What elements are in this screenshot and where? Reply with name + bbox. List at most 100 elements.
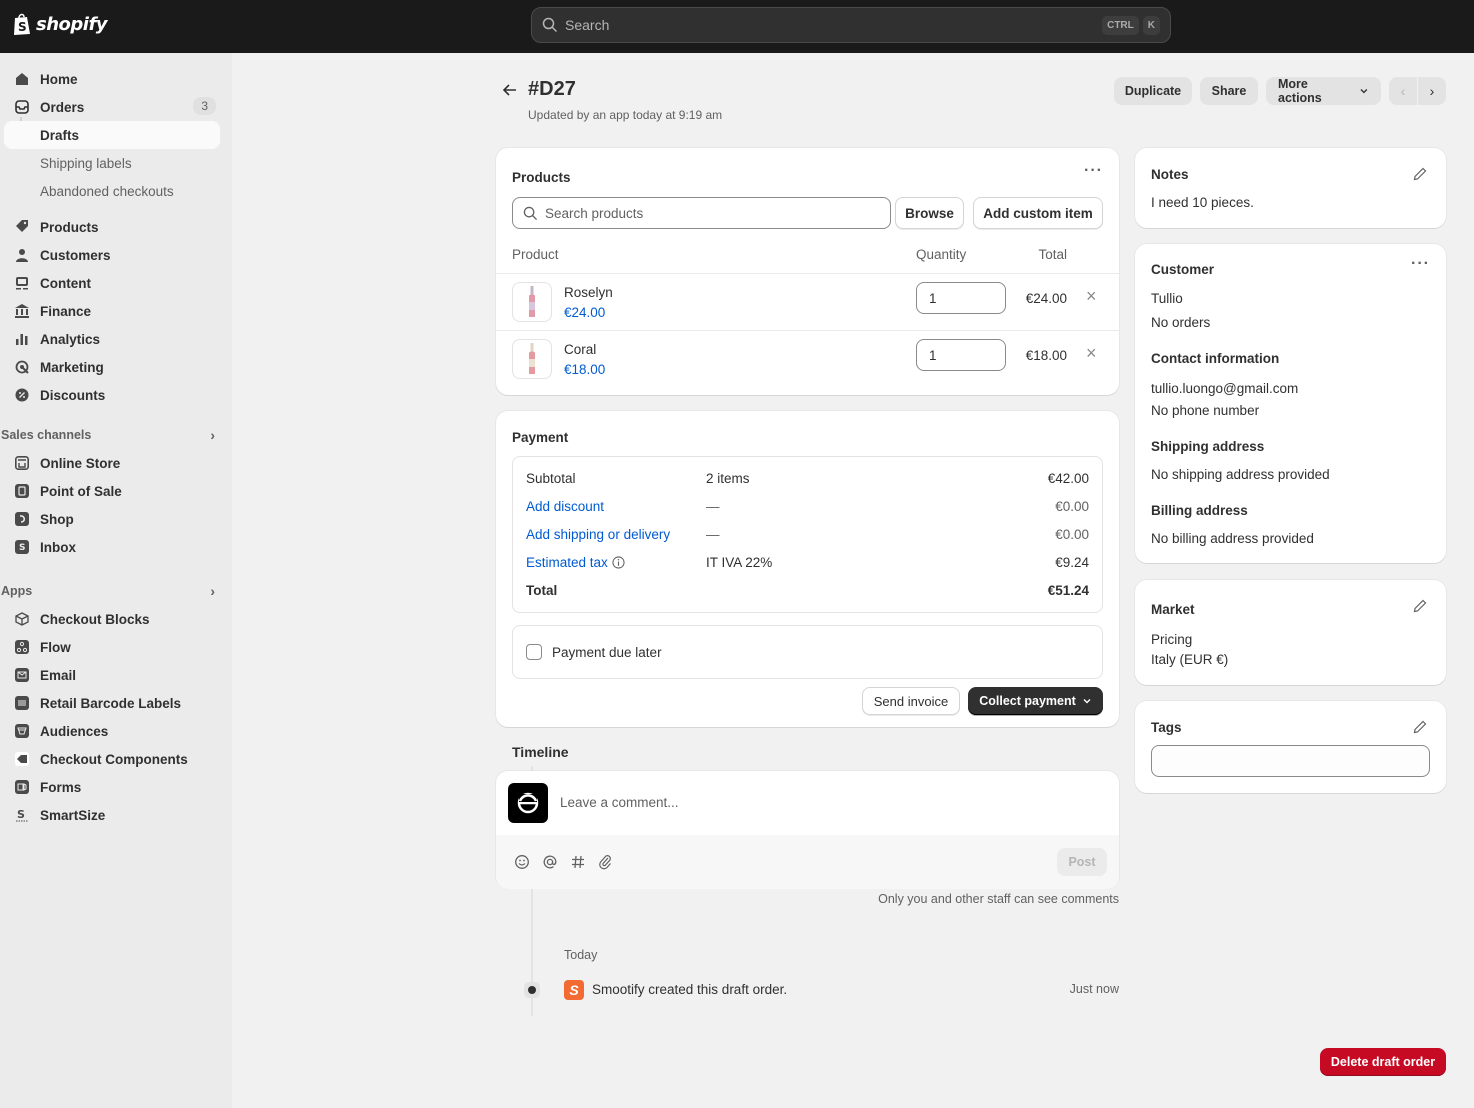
shopify-logo[interactable]: S shopify bbox=[12, 12, 108, 36]
add-custom-item-button[interactable]: Add custom item bbox=[973, 197, 1103, 229]
hashtag-icon[interactable] bbox=[570, 854, 586, 870]
sidebar-item-point-of-sale[interactable]: Point of Sale bbox=[4, 477, 220, 505]
remove-item-icon[interactable]: × bbox=[1086, 286, 1097, 307]
payment-due-later-checkbox[interactable] bbox=[526, 644, 542, 660]
estimated-tax-link[interactable]: Estimated tax bbox=[526, 555, 625, 570]
payment-due-later-label[interactable]: Payment due later bbox=[552, 645, 662, 660]
attachment-icon[interactable] bbox=[598, 854, 614, 870]
line-total: €18.00 bbox=[1025, 348, 1067, 363]
sidebar-item-email[interactable]: Email bbox=[4, 661, 220, 689]
sidebar-item-label: Shop bbox=[40, 511, 74, 527]
column-header-product: Product bbox=[512, 247, 559, 262]
cube-icon bbox=[14, 611, 30, 627]
send-invoice-button[interactable]: Send invoice bbox=[862, 687, 960, 715]
more-options-icon[interactable]: ··· bbox=[1084, 162, 1103, 180]
orders-count-badge: 3 bbox=[193, 97, 216, 115]
apps-header[interactable]: Apps › bbox=[1, 583, 219, 599]
sidebar-item-shipping-labels[interactable]: Shipping labels bbox=[4, 149, 220, 177]
bar-chart-icon bbox=[14, 331, 30, 347]
next-icon[interactable]: › bbox=[1418, 77, 1446, 105]
sidebar-item-discounts[interactable]: Discounts bbox=[4, 381, 220, 409]
edit-notes-icon[interactable] bbox=[1412, 166, 1428, 182]
info-icon[interactable] bbox=[611, 556, 625, 569]
sidebar-item-customers[interactable]: Customers bbox=[4, 241, 220, 269]
collect-payment-button[interactable]: Collect payment bbox=[968, 687, 1103, 715]
sidebar-item-audiences[interactable]: Audiences bbox=[4, 717, 220, 745]
sidebar-item-online-store[interactable]: Online Store bbox=[4, 449, 220, 477]
sidebar-item-abandoned-checkouts[interactable]: Abandoned checkouts bbox=[4, 177, 220, 205]
duplicate-button[interactable]: Duplicate bbox=[1114, 77, 1192, 105]
sidebar-item-analytics[interactable]: Analytics bbox=[4, 325, 220, 353]
billing-address-value: No billing address provided bbox=[1151, 531, 1314, 546]
sidebar-item-smartsize[interactable]: S SmartSize bbox=[4, 801, 220, 829]
timeline-event-marker bbox=[524, 982, 540, 998]
svg-text:S: S bbox=[17, 808, 25, 821]
shopify-bag-icon: S bbox=[14, 13, 30, 35]
add-shipping-link[interactable]: Add shipping or delivery bbox=[526, 527, 670, 542]
sidebar-item-label: Forms bbox=[40, 779, 82, 795]
sidebar-item-content[interactable]: Content bbox=[4, 269, 220, 297]
edit-tags-icon[interactable] bbox=[1412, 719, 1428, 735]
notes-title: Notes bbox=[1151, 167, 1189, 182]
search-icon bbox=[542, 17, 558, 33]
home-icon bbox=[14, 71, 30, 87]
emoji-icon[interactable] bbox=[514, 854, 530, 870]
sidebar-item-orders[interactable]: Orders 3 bbox=[4, 93, 220, 121]
sidebar-item-finance[interactable]: Finance bbox=[4, 297, 220, 325]
browse-button[interactable]: Browse bbox=[895, 197, 964, 229]
customer-email-link[interactable]: tullio.luongo@gmail.com bbox=[1151, 381, 1298, 396]
chevron-down-icon bbox=[1083, 699, 1091, 704]
product-name[interactable]: Roselyn bbox=[564, 285, 613, 300]
search-placeholder: Search bbox=[565, 17, 610, 33]
previous-icon[interactable]: ‹ bbox=[1389, 77, 1418, 105]
product-price[interactable]: €24.00 bbox=[564, 305, 605, 320]
sidebar-item-label: Discounts bbox=[40, 387, 106, 403]
remove-item-icon[interactable]: × bbox=[1086, 343, 1097, 364]
staff-visibility-note: Only you and other staff can see comment… bbox=[878, 892, 1119, 906]
share-button[interactable]: Share bbox=[1200, 77, 1258, 105]
search-products-input[interactable]: Search products bbox=[512, 197, 891, 229]
sidebar-item-shop[interactable]: Shop bbox=[4, 505, 220, 533]
total-row: Total €51.24 bbox=[526, 583, 1089, 603]
delete-draft-order-button[interactable]: Delete draft order bbox=[1320, 1048, 1446, 1076]
post-button[interactable]: Post bbox=[1057, 848, 1107, 876]
sidebar-item-drafts[interactable]: Drafts bbox=[4, 121, 220, 149]
comment-input[interactable]: Leave a comment... bbox=[560, 795, 679, 810]
payment-title: Payment bbox=[512, 430, 569, 445]
sidebar-item-checkout-components[interactable]: Checkout Components bbox=[4, 745, 220, 773]
sales-channels-header[interactable]: Sales channels › bbox=[1, 427, 219, 443]
comment-box: Leave a comment... Post bbox=[496, 771, 1119, 889]
sidebar-item-label: Products bbox=[40, 219, 99, 235]
customer-name-link[interactable]: Tullio bbox=[1151, 291, 1183, 306]
subtotal-label: Subtotal bbox=[526, 471, 576, 486]
sidebar-item-flow[interactable]: Flow bbox=[4, 633, 220, 661]
product-name[interactable]: Coral bbox=[564, 342, 596, 357]
quantity-input[interactable]: 1 bbox=[916, 282, 1006, 314]
brand-name: shopify bbox=[36, 13, 108, 35]
sidebar-item-inbox[interactable]: S Inbox bbox=[4, 533, 220, 561]
tags-input[interactable] bbox=[1151, 745, 1430, 777]
sidebar-item-label: Abandoned checkouts bbox=[40, 183, 174, 199]
product-thumbnail bbox=[512, 282, 552, 322]
sidebar-item-marketing[interactable]: Marketing bbox=[4, 353, 220, 381]
add-discount-link[interactable]: Add discount bbox=[526, 499, 604, 514]
edit-market-icon[interactable] bbox=[1412, 598, 1428, 614]
orders-icon bbox=[14, 99, 30, 115]
more-actions-button[interactable]: More actions bbox=[1266, 77, 1381, 105]
notes-card: Notes I need 10 pieces. bbox=[1135, 148, 1446, 228]
payment-due-later-option: Payment due later bbox=[512, 625, 1103, 679]
mention-icon[interactable] bbox=[542, 854, 558, 870]
total-label: Total bbox=[526, 583, 558, 598]
back-arrow-icon[interactable] bbox=[500, 80, 520, 100]
sidebar-item-checkout-blocks[interactable]: Checkout Blocks bbox=[4, 605, 220, 633]
sidebar-item-products[interactable]: Products bbox=[4, 213, 220, 241]
quantity-input[interactable]: 1 bbox=[916, 339, 1006, 371]
shipping-address-title: Shipping address bbox=[1151, 439, 1265, 454]
sidebar-item-home[interactable]: Home bbox=[4, 65, 220, 93]
global-search[interactable]: Search CTRL K bbox=[531, 7, 1171, 43]
shipping-amount: €0.00 bbox=[1055, 527, 1089, 542]
more-options-icon[interactable]: ··· bbox=[1411, 255, 1430, 273]
product-price[interactable]: €18.00 bbox=[564, 362, 605, 377]
sidebar-item-forms[interactable]: Forms bbox=[4, 773, 220, 801]
sidebar-item-retail-barcode-labels[interactable]: Retail Barcode Labels bbox=[4, 689, 220, 717]
